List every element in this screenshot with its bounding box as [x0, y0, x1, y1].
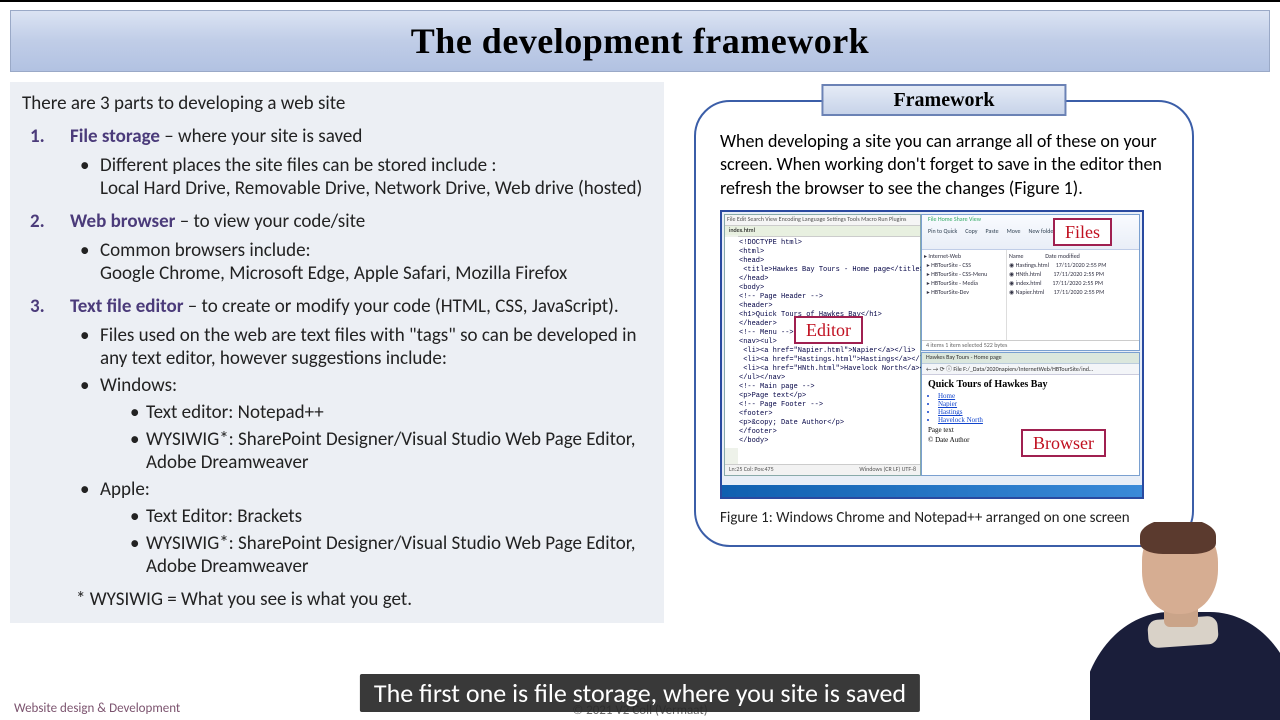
- text-editor-sublist: Files used on the web are text files wit…: [70, 324, 652, 578]
- text-editor-sub-windows: Windows: Text editor: Notepad++ WYSIWIG*…: [96, 374, 652, 474]
- file-storage-desc: – where your site is saved: [160, 125, 362, 148]
- slide: The development framework There are 3 pa…: [0, 0, 1280, 720]
- sim-editor-filetab: index.html: [725, 226, 920, 237]
- figure-1-screenshot: File Edit Search View Encoding Language …: [720, 210, 1144, 499]
- ribbon-icon-paste: Paste: [986, 227, 999, 235]
- apple-label: Apple:: [100, 478, 150, 501]
- text-editor-heading: Text file editor: [70, 295, 184, 318]
- framework-tab-label: Framework: [821, 84, 1066, 116]
- list-item-text-editor: Text file editor – to create or modify y…: [60, 295, 652, 578]
- sim-browser-link-hastings: Hastings: [938, 408, 1133, 416]
- windows-label: Windows:: [100, 374, 177, 397]
- sim-browser-tab: Hawkes Bay Tours - Home page: [922, 353, 1139, 364]
- left-panel: There are 3 parts to developing a web si…: [10, 82, 664, 623]
- sim-editor-status-left: Ln:25 Col: Pos:475: [729, 465, 774, 475]
- list-item-file-storage: File storage – where your site is saved …: [60, 125, 652, 200]
- wysiwyg-footnote: * WYSIWIG = What you see is what you get…: [76, 588, 652, 611]
- text-editor-desc: – to create or modify your code (HTML, C…: [184, 295, 619, 318]
- framework-body-text: When developing a site you can arrange a…: [720, 130, 1168, 200]
- presenter-overlay: [1090, 522, 1280, 720]
- ribbon-icon-copy: Copy: [965, 227, 977, 235]
- ribbon-icon-pin: Pin to Quick: [928, 227, 957, 235]
- sim-editor-statusbar: Ln:25 Col: Pos:475 Windows (CR LF) UTF-8: [725, 464, 920, 475]
- apple-item-1: Text Editor: Brackets: [146, 505, 652, 528]
- web-browser-sub-1: Common browsers include: Google Chrome, …: [96, 239, 652, 285]
- sim-notepadpp-window: File Edit Search View Encoding Language …: [724, 214, 921, 476]
- web-browser-heading: Web browser: [70, 210, 175, 233]
- footer-left: Website design & Development: [14, 701, 180, 716]
- windows-item-2: WYSIWIG*: SharePoint Designer/Visual Stu…: [146, 428, 652, 474]
- intro-text: There are 3 parts to developing a web si…: [22, 92, 652, 115]
- video-caption: The first one is file storage, where you…: [360, 674, 920, 712]
- sim-browser-nav-list: Home Napier Hastings Havelock North: [938, 392, 1133, 424]
- ribbon-icon-move: Move: [1007, 227, 1021, 235]
- title-bar: The development framework: [10, 10, 1270, 72]
- sim-files-list: Name Date modified ◉ Hastings.html 17/11…: [1007, 250, 1139, 340]
- sim-files-body: ▸ Internet-Web ▸ HBTourSite - CSS ▸ HBTo…: [922, 250, 1139, 340]
- sim-files-tree: ▸ Internet-Web ▸ HBTourSite - CSS ▸ HBTo…: [922, 250, 1007, 340]
- sim-browser-addressbar: ← → ⟳ ⓘ File F:/_Data/2020napiers/Intern…: [922, 364, 1139, 375]
- file-storage-sublist: Different places the site files can be s…: [70, 154, 652, 200]
- ribbon-icon-newfolder: New folder: [1028, 227, 1055, 235]
- sim-browser-link-napier: Napier: [938, 400, 1133, 408]
- windows-item-1: Text editor: Notepad++: [146, 401, 652, 424]
- windows-sublist: Text editor: Notepad++ WYSIWIG*: SharePo…: [100, 401, 652, 474]
- web-browser-sublist: Common browsers include: Google Chrome, …: [70, 239, 652, 285]
- sim-editor-menubar: File Edit Search View Encoding Language …: [725, 215, 920, 226]
- sim-chrome-window: Hawkes Bay Tours - Home page ← → ⟳ ⓘ Fil…: [921, 352, 1140, 476]
- sim-windows-taskbar: [722, 485, 1142, 497]
- content-row: There are 3 parts to developing a web si…: [0, 72, 1280, 623]
- text-editor-sub-1: Files used on the web are text files wit…: [96, 324, 652, 370]
- main-ordered-list: File storage – where your site is saved …: [22, 125, 652, 578]
- slide-title: The development framework: [411, 20, 869, 62]
- label-editor: Editor: [794, 316, 863, 344]
- web-browser-desc: – to view your code/site: [175, 210, 365, 233]
- file-storage-sub-1: Different places the site files can be s…: [96, 154, 652, 200]
- label-files: Files: [1053, 218, 1112, 246]
- list-item-web-browser: Web browser – to view your code/site Com…: [60, 210, 652, 285]
- presenter-hair: [1140, 522, 1216, 554]
- sim-browser-link-home: Home: [938, 392, 1133, 400]
- apple-sublist: Text Editor: Brackets WYSIWIG*: SharePoi…: [100, 505, 652, 578]
- text-editor-sub-apple: Apple: Text Editor: Brackets WYSIWIG*: S…: [96, 478, 652, 578]
- file-storage-heading: File storage: [70, 125, 160, 148]
- sim-browser-link-havelock: Havelock North: [938, 416, 1133, 424]
- label-browser: Browser: [1021, 429, 1106, 457]
- framework-box: Framework When developing a site you can…: [694, 100, 1194, 547]
- sim-editor-status-right: Windows (CR LF) UTF-8: [859, 465, 916, 475]
- sim-browser-heading: Quick Tours of Hawkes Bay: [928, 379, 1133, 390]
- apple-item-2: WYSIWIG*: SharePoint Designer/Visual Stu…: [146, 532, 652, 578]
- sim-files-status: 4 items 1 item selected 522 bytes: [922, 340, 1139, 350]
